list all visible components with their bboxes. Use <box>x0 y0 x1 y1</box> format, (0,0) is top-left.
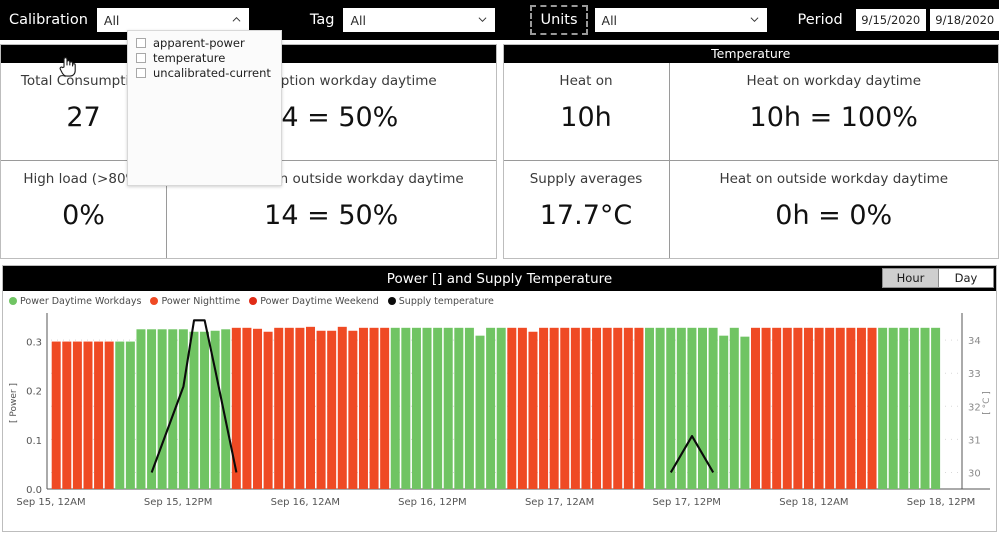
tag-select[interactable]: All <box>343 8 496 32</box>
y-axis-title: [ Power ] <box>9 383 19 423</box>
chevron-up-icon <box>232 15 241 24</box>
legend-label: Supply temperature <box>398 295 494 307</box>
x-axis-tick-label: Sep 18, 12AM <box>779 497 848 508</box>
y2-axis-tick-label: 30 <box>968 469 981 480</box>
tag-filter: Tag All <box>301 0 496 40</box>
y-axis-tick-label: 0.1 <box>26 436 42 447</box>
kpi-value: 14 = 50% <box>264 102 399 133</box>
x-axis-tick-label: Sep 18, 12PM <box>907 497 976 508</box>
chevron-down-icon <box>750 15 759 24</box>
x-axis-tick-label: Sep 15, 12PM <box>144 497 213 508</box>
kpi-value: 0% <box>62 200 105 231</box>
y-axis-tick-label: 0.2 <box>26 387 42 398</box>
kpi-cell-heat-on-outside-workday-daytime: Heat on outside workday daytime 0h = 0% <box>668 161 999 258</box>
y-axis-tick-label: 0.0 <box>26 485 42 496</box>
kpi-label: High load (>80%) <box>23 171 144 187</box>
calibration-dropdown-panel[interactable]: apparent-power temperature uncalibrated-cu… <box>127 30 282 186</box>
legend-item[interactable]: Power Nighttime <box>150 296 240 307</box>
y2-axis-title: [ °C ] <box>982 391 992 415</box>
kpi-cell-heat-on: Heat on 10h <box>504 63 669 160</box>
units-select[interactable]: All <box>594 8 767 32</box>
chart-plot-area: 0.0 0.1 0.2 0.3 [ Power ] 30 31 32 33 34 [ °C ] Sep… <box>3 309 996 531</box>
kpi-value: 10h = 100% <box>749 102 918 133</box>
calibration-option[interactable]: apparent-power <box>128 35 281 50</box>
units-filter: Units All <box>530 0 767 40</box>
legend-label: Power Daytime Workdays <box>20 295 142 307</box>
period-filter: Period 9/15/2020 9/18/2020 <box>789 0 999 40</box>
temperature-panel-grid: Heat on 10h Heat on workday daytime 10h … <box>503 63 999 258</box>
y2-axis-tick-label: 33 <box>968 369 981 380</box>
kpi-value: 17.7°C <box>539 200 633 231</box>
chart-header: Power [] and Supply Temperature Hour Day <box>3 266 996 291</box>
period-label: Period <box>797 12 843 28</box>
chart-svg: 0.0 0.1 0.2 0.3 [ Power ] 30 31 32 33 34 [ °C ] Sep… <box>9 313 992 508</box>
calibration-option[interactable]: temperature <box>128 50 281 65</box>
legend-item[interactable]: Power Daytime Workdays <box>9 296 141 307</box>
legend-label: Power Nighttime <box>161 295 241 307</box>
kpi-row: Heat on 10h Heat on workday daytime 10h … <box>504 63 999 160</box>
kpi-value: 0h = 0% <box>775 200 893 231</box>
temperature-panel: Temperature Heat on 10h Heat on workday … <box>502 44 999 259</box>
period-from-input[interactable]: 9/15/2020 <box>855 9 926 31</box>
kpi-value: 14 = 50% <box>264 200 399 231</box>
x-axis-tick-label: Sep 16, 12AM <box>271 497 340 508</box>
tag-label: Tag <box>309 12 335 28</box>
calibration-option-label: apparent-power <box>153 35 245 50</box>
kpi-label: Heat on workday daytime <box>746 73 922 89</box>
calibration-option-label: temperature <box>153 50 226 65</box>
granularity-option-hour[interactable]: Hour <box>883 269 938 287</box>
kpi-cell-supply-averages: Supply averages 17.7°C <box>504 161 669 258</box>
pointer-hand-cursor-icon <box>59 57 76 77</box>
legend-marker-icon <box>387 297 396 305</box>
dashboard-root: Calibration All Tag All Units All Period… <box>0 0 999 534</box>
units-value: All <box>601 12 618 28</box>
legend-item[interactable]: Supply temperature <box>387 295 494 307</box>
kpi-cell-heat-on-workday-daytime: Heat on workday daytime 10h = 100% <box>668 63 999 160</box>
chevron-down-icon <box>478 15 487 24</box>
granularity-option-day[interactable]: Day <box>938 269 993 287</box>
calibration-value: All <box>103 12 120 28</box>
period-to-input[interactable]: 9/18/2020 <box>929 9 999 31</box>
x-axis-tick-label: Sep 17, 12PM <box>652 497 721 508</box>
kpi-value: 10h <box>560 102 612 133</box>
x-axis-tick-label: Sep 15, 12AM <box>16 497 85 508</box>
calibration-option[interactable]: uncalibrated-current <box>128 65 281 80</box>
kpi-label: Heat on <box>559 73 613 89</box>
y-axis-tick-label: 0.3 <box>26 338 42 349</box>
legend-item[interactable]: Power Daytime Weekend <box>249 296 379 307</box>
legend-label: Power Daytime Weekend <box>260 295 379 307</box>
tag-value: All <box>350 12 366 28</box>
kpi-label: Heat on outside workday daytime <box>719 171 949 187</box>
calibration-select[interactable]: All <box>96 8 249 32</box>
chart-legend: Power Daytime Workdays Power Nighttime Pow… <box>3 291 996 309</box>
granularity-toggle: Hour Day <box>882 268 994 288</box>
chart-title: Power [] and Supply Temperature <box>386 270 613 287</box>
kpi-value: 27 <box>66 102 101 133</box>
checkbox-icon[interactable] <box>136 52 146 63</box>
y2-axis-tick-label: 31 <box>968 435 981 446</box>
temperature-panel-title: Temperature <box>503 45 998 63</box>
y2-axis-tick-label: 34 <box>968 336 981 347</box>
legend-marker-icon <box>150 297 159 305</box>
x-axis-tick-label: Sep 16, 12PM <box>398 497 467 508</box>
legend-marker-icon <box>249 297 258 305</box>
calibration-option-label: uncalibrated-current <box>153 65 271 80</box>
kpi-label: Supply averages <box>529 171 643 187</box>
checkbox-icon[interactable] <box>136 37 146 48</box>
x-axis-tick-label: Sep 17, 12AM <box>525 497 594 508</box>
kpi-row: Supply averages 17.7°C Heat on outside w… <box>503 160 999 258</box>
units-label[interactable]: Units <box>530 5 588 35</box>
legend-marker-icon <box>9 297 17 305</box>
y2-axis-tick-label: 32 <box>968 402 981 413</box>
chart-panel: Power [] and Supply Temperature Hour Day… <box>2 265 997 532</box>
calibration-label: Calibration <box>9 12 88 28</box>
checkbox-icon[interactable] <box>136 67 146 78</box>
